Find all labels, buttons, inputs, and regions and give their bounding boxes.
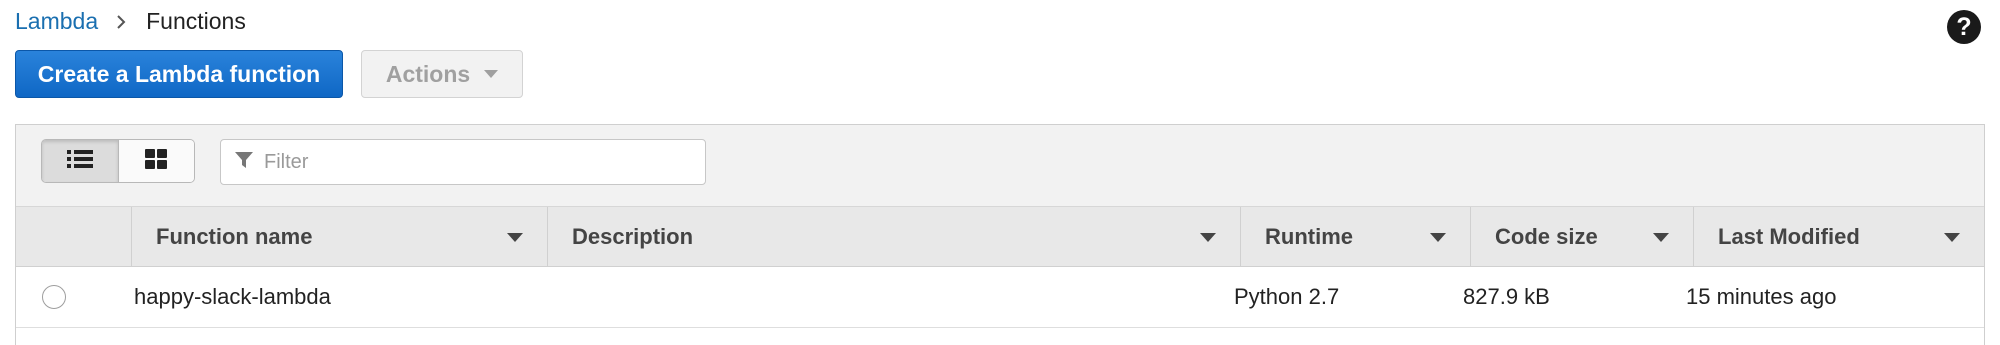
filter-icon bbox=[221, 150, 254, 175]
function-name-cell[interactable]: happy-slack-lambda bbox=[134, 267, 331, 327]
column-header-runtime[interactable]: Runtime bbox=[1240, 207, 1470, 267]
table-header: Function name Description Runtime Code s… bbox=[16, 207, 1984, 267]
caret-down-icon bbox=[484, 70, 499, 78]
breadcrumb-current: Functions bbox=[146, 8, 246, 34]
filter-box bbox=[220, 139, 706, 185]
help-icon[interactable]: ? bbox=[1947, 10, 1981, 44]
breadcrumb-lambda-link[interactable]: Lambda bbox=[15, 8, 98, 35]
column-header-description[interactable]: Description bbox=[547, 207, 1240, 267]
actions-label: Actions bbox=[385, 60, 471, 87]
sort-caret-icon bbox=[1653, 232, 1669, 242]
actions-dropdown[interactable]: Actions bbox=[361, 50, 523, 98]
column-header-code-size[interactable]: Code size bbox=[1470, 207, 1693, 267]
functions-panel: Function name Description Runtime Code s… bbox=[15, 124, 1985, 345]
table-row[interactable]: happy-slack-lambda Python 2.7 827.9 kB 1… bbox=[16, 267, 1984, 328]
column-label: Function name bbox=[156, 224, 313, 249]
filter-input[interactable] bbox=[262, 149, 686, 175]
sort-caret-icon bbox=[1200, 232, 1216, 242]
column-label: Description bbox=[572, 224, 694, 249]
column-label: Code size bbox=[1495, 224, 1598, 249]
runtime-cell: Python 2.7 bbox=[1234, 284, 1340, 309]
column-label: Runtime bbox=[1265, 224, 1353, 249]
grid-icon bbox=[145, 148, 168, 174]
row-select-radio[interactable] bbox=[42, 285, 66, 309]
sort-caret-icon bbox=[1944, 232, 1960, 242]
code-size-cell: 827.9 kB bbox=[1463, 284, 1550, 309]
create-function-button[interactable]: Create a Lambda function bbox=[15, 50, 343, 98]
list-view-button[interactable] bbox=[42, 140, 118, 182]
breadcrumb: Lambda Functions bbox=[15, 8, 246, 35]
sort-caret-icon bbox=[1430, 232, 1446, 242]
list-icon bbox=[66, 149, 93, 174]
column-header-function-name[interactable]: Function name bbox=[131, 207, 547, 267]
sort-caret-icon bbox=[507, 232, 523, 242]
last-modified-cell: 15 minutes ago bbox=[1686, 284, 1837, 309]
view-toggle bbox=[41, 139, 195, 183]
chevron-right-icon bbox=[116, 14, 126, 30]
card-view-button[interactable] bbox=[117, 140, 194, 182]
column-header-last-modified[interactable]: Last Modified bbox=[1693, 207, 1984, 267]
table-toolbar bbox=[16, 125, 1984, 207]
column-label: Last Modified bbox=[1718, 224, 1860, 249]
